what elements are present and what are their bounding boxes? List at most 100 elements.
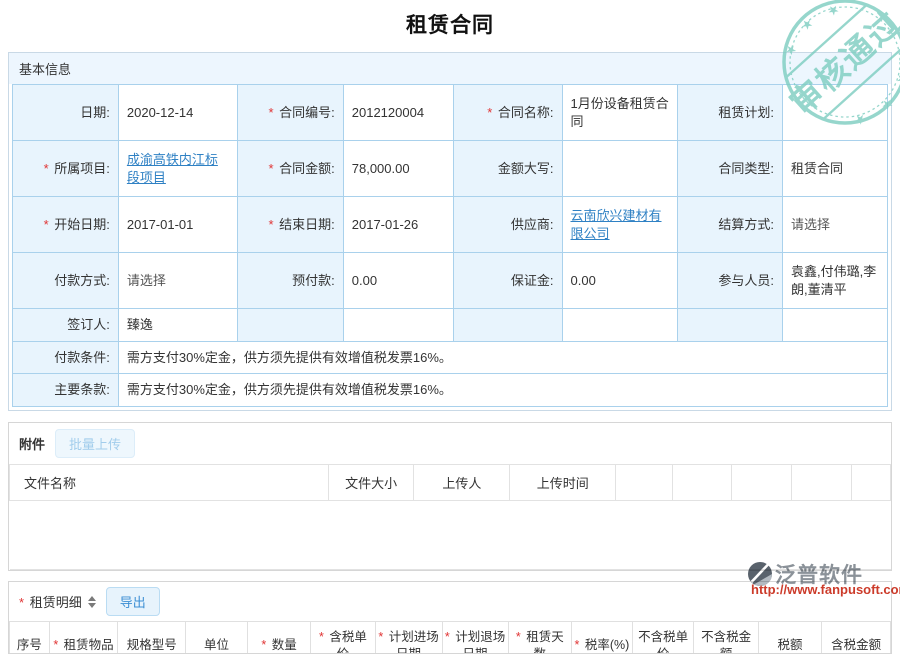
rental-column-header: 不含税单价	[632, 622, 694, 654]
field-label	[237, 309, 343, 342]
rental-details-panel: * 租赁明细 导出 序号* 租赁物品规格型号单位* 数量* 含税单价* 计划进场…	[8, 581, 892, 654]
attachments-column-header	[672, 465, 732, 501]
required-asterisk: *	[44, 161, 53, 176]
field-label: 租赁计划:	[678, 85, 783, 141]
rental-column-header: * 数量	[247, 622, 310, 654]
rental-column-header: 税额	[758, 622, 821, 654]
field-label: * 合同金额:	[237, 141, 343, 197]
rental-column-header: * 计划进场日期	[375, 622, 442, 654]
rental-column-header: * 含税单价	[311, 622, 375, 654]
basic-info-row: 签订人:臻逸	[13, 309, 888, 342]
field-label: 结算方式:	[678, 197, 783, 253]
field-link[interactable]: 成渝高铁内江标段项目	[127, 152, 218, 185]
attachments-header-row: 文件名称文件大小上传人上传时间	[10, 465, 891, 501]
rental-column-header: 序号	[10, 622, 50, 654]
field-label: 供应商:	[454, 197, 563, 253]
attachments-column-header: 上传人	[414, 465, 510, 501]
required-asterisk: *	[574, 638, 582, 652]
basic-info-panel: 基本信息 日期:2020-12-14* 合同编号:2012120004* 合同名…	[8, 52, 892, 411]
field-label: 签订人:	[13, 309, 119, 342]
field-value: 需方支付30%定金，供方须先提供有效增值税发票16%。	[118, 374, 887, 407]
field-value: 1月份设备租赁合同	[562, 85, 678, 141]
field-label: * 合同名称:	[454, 85, 563, 141]
field-value[interactable]: 成渝高铁内江标段项目	[118, 141, 237, 197]
rental-column-header: * 税率(%)	[572, 622, 633, 654]
field-label: 付款方式:	[13, 253, 119, 309]
field-label: * 所属项目:	[13, 141, 119, 197]
rental-column-header: 单位	[186, 622, 248, 654]
attachments-column-header	[792, 465, 852, 501]
sort-toggle-icon[interactable]	[88, 596, 96, 608]
field-value: 78,000.00	[343, 141, 453, 197]
field-label	[454, 309, 563, 342]
basic-info-row: * 开始日期:2017-01-01* 结束日期:2017-01-26供应商:云南…	[13, 197, 888, 253]
field-value: 0.00	[562, 253, 678, 309]
field-label: * 开始日期:	[13, 197, 119, 253]
required-asterisk: *	[268, 161, 277, 176]
required-asterisk: *	[516, 630, 524, 644]
field-value	[783, 309, 888, 342]
basic-info-row: * 所属项目:成渝高铁内江标段项目 * 合同金额:78,000.00金额大写: 合同…	[13, 141, 888, 197]
rental-column-header: * 租赁物品	[49, 622, 118, 654]
field-value	[343, 309, 453, 342]
field-value: 请选择	[783, 197, 888, 253]
rental-header-row: 序号* 租赁物品规格型号单位* 数量* 含税单价* 计划进场日期* 计划退场日期…	[10, 622, 891, 654]
attachments-panel: 附件 批量上传 文件名称文件大小上传人上传时间	[8, 422, 892, 571]
field-label: * 合同编号:	[237, 85, 343, 141]
basic-info-table: 日期:2020-12-14* 合同编号:2012120004* 合同名称:1月份…	[12, 84, 888, 407]
required-asterisk: *	[53, 638, 61, 652]
rental-column-header: 含税金额	[822, 622, 891, 654]
required-asterisk: *	[19, 595, 24, 610]
required-asterisk: *	[445, 630, 453, 644]
basic-info-row: 付款条件:需方支付30%定金，供方须先提供有效增值税发票16%。	[13, 341, 888, 374]
field-value: 2017-01-26	[343, 197, 453, 253]
field-value: 租赁合同	[783, 141, 888, 197]
field-value: 2012120004	[343, 85, 453, 141]
attachments-column-header	[732, 465, 792, 501]
field-value: 需方支付30%定金，供方须先提供有效增值税发票16%。	[118, 341, 887, 374]
field-value: 袁鑫,付伟璐,李朗,董清平	[783, 253, 888, 309]
attachments-empty-cell	[10, 501, 891, 570]
field-label: 合同类型:	[678, 141, 783, 197]
attachments-column-header: 上传时间	[510, 465, 616, 501]
svg-text:★: ★	[892, 69, 900, 88]
field-value[interactable]: 云南欣兴建材有限公司	[562, 197, 678, 253]
attachments-empty-row	[10, 501, 891, 570]
rental-column-header: 规格型号	[118, 622, 186, 654]
field-label: 预付款:	[237, 253, 343, 309]
field-value: 请选择	[118, 253, 237, 309]
required-asterisk: *	[487, 105, 496, 120]
required-asterisk: *	[378, 630, 386, 644]
field-value	[562, 141, 678, 197]
field-value: 臻逸	[118, 309, 237, 342]
field-label: 日期:	[13, 85, 119, 141]
required-asterisk: *	[261, 638, 269, 652]
field-value	[783, 85, 888, 141]
rental-column-header: * 租赁天数	[508, 622, 571, 654]
required-asterisk: *	[268, 217, 277, 232]
attachments-column-header: 文件大小	[328, 465, 413, 501]
field-value: 0.00	[343, 253, 453, 309]
field-label: 参与人员:	[678, 253, 783, 309]
field-link[interactable]: 云南欣兴建材有限公司	[571, 208, 662, 241]
batch-upload-button[interactable]: 批量上传	[55, 429, 135, 458]
attachments-column-header	[852, 465, 891, 501]
rental-column-header: * 计划退场日期	[442, 622, 508, 654]
required-asterisk: *	[44, 217, 53, 232]
rental-details-title: * 租赁明细	[19, 592, 82, 611]
attachments-header: 附件 批量上传	[9, 423, 891, 464]
field-value	[562, 309, 678, 342]
page-title: 租赁合同	[0, 9, 900, 39]
field-value: 2017-01-01	[118, 197, 237, 253]
field-label: * 结束日期:	[237, 197, 343, 253]
attachments-title: 附件	[19, 434, 45, 453]
field-label: 金额大写:	[454, 141, 563, 197]
basic-info-row: 主要条款:需方支付30%定金，供方须先提供有效增值税发票16%。	[13, 374, 888, 407]
field-label: 付款条件:	[13, 341, 119, 374]
export-button[interactable]: 导出	[106, 587, 160, 616]
attachments-column-header: 文件名称	[10, 465, 329, 501]
attachments-column-header	[616, 465, 672, 501]
required-asterisk: *	[268, 105, 277, 120]
section-header-basic-info: 基本信息	[9, 53, 891, 84]
rental-column-header: 不含税金额	[694, 622, 758, 654]
